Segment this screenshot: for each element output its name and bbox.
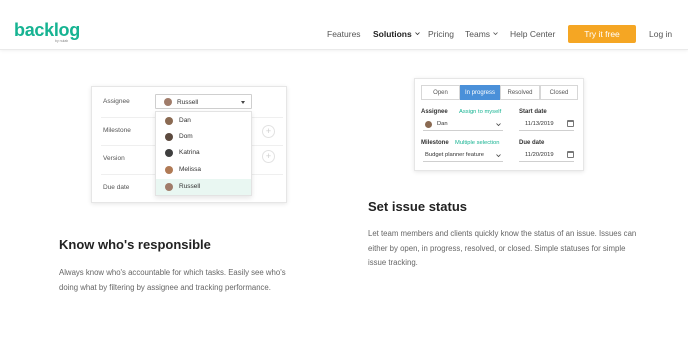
milestone-field-value: Budget planner feature (425, 152, 484, 158)
chevron-down-icon (496, 154, 501, 158)
nav-features[interactable]: Features (327, 29, 361, 39)
tab-closed[interactable]: Closed (540, 85, 578, 100)
due-date-field[interactable]: 11/20/2019 (519, 150, 574, 162)
nav-solutions-label: Solutions (373, 29, 412, 39)
start-date-field[interactable]: 11/13/2019 (519, 119, 574, 131)
tab-open[interactable]: Open (421, 85, 460, 100)
dropdown-item-label: Katrina (179, 149, 200, 156)
know-whos-responsible-heading: Know who's responsible (59, 237, 211, 252)
assignee-field[interactable]: Dan (423, 119, 503, 131)
multiple-selection-link[interactable]: Multiple selection (455, 140, 499, 146)
nav-teams-label: Teams (465, 29, 491, 39)
nav-help-center[interactable]: Help Center (510, 29, 555, 39)
due-date-label: Due date (103, 184, 130, 191)
assignee-dropdown: Dan Dom Katrina Melissa Russell (155, 111, 252, 196)
calendar-icon[interactable] (567, 151, 574, 158)
tab-in-progress[interactable]: In progress (460, 85, 500, 100)
avatar (425, 121, 432, 128)
assignee-field-value: Dan (437, 121, 448, 127)
dropdown-item-melissa[interactable]: Melissa (156, 162, 251, 178)
assignee-select[interactable]: Russell (155, 94, 252, 109)
dropdown-item-dom[interactable]: Dom (156, 129, 251, 145)
dropdown-item-russell[interactable]: Russell (156, 179, 251, 195)
backlog-logo[interactable]: backlog (14, 20, 80, 41)
chevron-down-icon (496, 123, 501, 127)
set-issue-status-text: Let team members and clients quickly kno… (368, 229, 637, 267)
nav-solutions[interactable]: Solutions (373, 29, 420, 39)
dropdown-item-label: Melissa (179, 166, 202, 173)
due-date-label: Due date (519, 140, 545, 146)
version-label: Version (103, 155, 125, 162)
start-date-label: Start date (519, 109, 547, 115)
start-date-value: 11/13/2019 (525, 121, 554, 127)
milestone-label: Milestone (103, 127, 131, 134)
dropdown-item-dan[interactable]: Dan (156, 113, 251, 129)
caret-down-icon (241, 101, 245, 104)
nav-pricing[interactable]: Pricing (428, 29, 454, 39)
milestone-field[interactable]: Budget planner feature (423, 150, 503, 162)
assignee-select-value: Russell (177, 99, 199, 106)
chevron-down-icon (414, 32, 420, 36)
assignee-label: Assignee (421, 109, 448, 115)
logo-byline: by nulab (55, 39, 69, 43)
avatar (165, 117, 173, 125)
dropdown-item-label: Dan (179, 117, 191, 124)
know-whos-responsible-text: Always know who's accountable for which … (59, 268, 286, 292)
try-it-free-button[interactable]: Try it free (568, 25, 636, 43)
milestone-label: Milestone (421, 140, 449, 146)
assignee-label: Assignee (103, 98, 130, 105)
nav-teams[interactable]: Teams (465, 29, 498, 39)
avatar (164, 98, 172, 106)
avatar (165, 133, 173, 141)
calendar-icon[interactable] (567, 120, 574, 127)
set-issue-status-heading: Set issue status (368, 199, 467, 214)
due-date-value: 11/20/2019 (525, 152, 554, 158)
avatar (165, 166, 173, 174)
add-milestone-icon[interactable]: + (262, 125, 275, 138)
add-version-icon[interactable]: + (262, 150, 275, 163)
dropdown-item-label: Dom (179, 133, 193, 140)
tab-resolved[interactable]: Resolved (500, 85, 540, 100)
assign-to-myself-link[interactable]: Assign to myself (459, 109, 501, 115)
avatar (165, 149, 173, 157)
chevron-down-icon (493, 32, 498, 36)
dropdown-item-katrina[interactable]: Katrina (156, 145, 251, 161)
site-header: backlog by nulab Features Solutions Pric… (0, 0, 688, 50)
dropdown-item-label: Russell (179, 183, 201, 190)
nav-login[interactable]: Log in (649, 29, 672, 39)
status-card: Open In progress Resolved Closed Assigne… (414, 78, 584, 171)
avatar (165, 183, 173, 191)
